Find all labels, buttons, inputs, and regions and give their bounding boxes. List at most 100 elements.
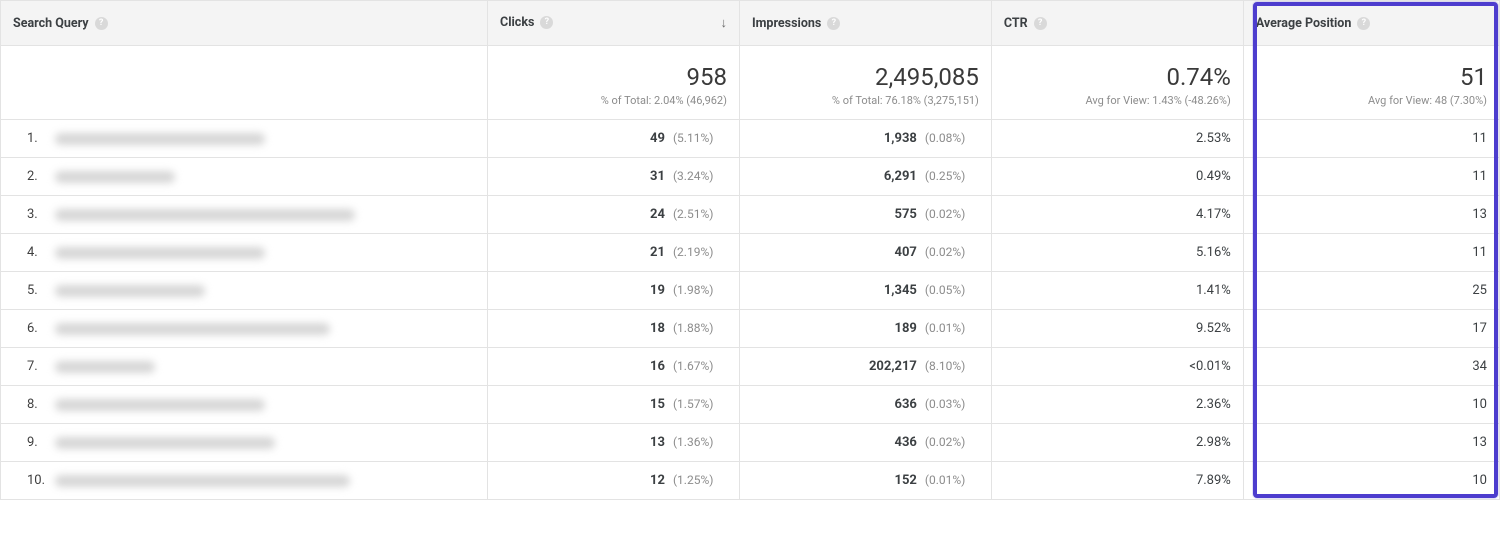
cell-impressions: 575 (0.02%) (739, 196, 991, 234)
col-header-average-position[interactable]: Average Position ? (1243, 1, 1499, 46)
cell-impressions: 202,217(8.10%) (739, 348, 991, 386)
cell-value: 18 (650, 321, 665, 336)
table-row[interactable]: 1.49(5.11%)1,938(0.08%)2.53%11 (1, 120, 1500, 158)
cell-impressions: 1,345(0.05%) (739, 272, 991, 310)
cell-ctr: 0.49% (991, 158, 1243, 196)
table-row[interactable]: 10.12(1.25%)152(0.01%)7.89%10 (1, 462, 1500, 500)
cell-clicks: 15(1.57%) (488, 386, 740, 424)
cell-clicks: 31(3.24%) (488, 158, 740, 196)
row-index: 7. (27, 359, 45, 374)
row-index: 9. (27, 435, 45, 450)
cell-value: 407 (895, 245, 917, 260)
cell-clicks: 16(1.67%) (488, 348, 740, 386)
cell-value: 13 (650, 435, 665, 450)
cell-value: 2.98% (1196, 435, 1231, 450)
cell-value: 2.36% (1196, 397, 1231, 412)
cell-value: 575 (895, 207, 917, 222)
row-index: 4. (27, 245, 45, 260)
cell-percent: (0.02%) (925, 245, 979, 259)
cell-impressions: 189(0.01%) (739, 310, 991, 348)
row-index: 10. (27, 473, 45, 488)
cell-ctr: 1.41% (991, 272, 1243, 310)
cell-search-query: 5. (1, 272, 488, 310)
row-index: 1. (27, 131, 45, 146)
table-row[interactable]: 9.13(1.36%)436(0.02%)2.98%13 (1, 424, 1500, 462)
cell-value: 9.52% (1196, 321, 1231, 336)
cell-percent: (0.02%) (925, 207, 979, 221)
help-icon[interactable]: ? (1357, 17, 1370, 30)
table-row[interactable]: 2.31(3.24%)6,291(0.25%)0.49%11 (1, 158, 1500, 196)
col-header-clicks[interactable]: Clicks ? ↓ (488, 1, 740, 46)
cell-percent: (1.25%) (673, 473, 727, 487)
redacted-query-text (55, 399, 265, 411)
summary-average-position: 51 Avg for View: 48 (7.30%) (1243, 46, 1499, 120)
cell-value: 189 (895, 321, 917, 336)
table-row[interactable]: 6.18(1.88%)189(0.01%)9.52%17 (1, 310, 1500, 348)
cell-ctr: 5.16% (991, 234, 1243, 272)
cell-value: <0.01% (1189, 359, 1230, 374)
table-row[interactable]: 8.15(1.57%)636(0.03%)2.36%10 (1, 386, 1500, 424)
redacted-query-text (55, 475, 350, 487)
cell-value: 10 (1472, 397, 1487, 412)
cell-value: 6,291 (884, 169, 917, 184)
cell-average-position: 11 (1243, 120, 1499, 158)
col-label: Impressions (752, 16, 821, 31)
col-header-search-query[interactable]: Search Query ? (1, 1, 488, 46)
help-icon[interactable]: ? (540, 16, 553, 29)
cell-average-position: 13 (1243, 196, 1499, 234)
help-icon[interactable]: ? (1034, 17, 1047, 30)
summary-row: 958 % of Total: 2.04% (46,962) 2,495,085… (1, 46, 1500, 120)
summary-subtext: Avg for View: 1.43% (-48.26%) (1004, 94, 1231, 107)
cell-value: 7.89% (1196, 473, 1231, 488)
col-header-impressions[interactable]: Impressions ? (739, 1, 991, 46)
cell-search-query: 10. (1, 462, 488, 500)
cell-ctr: 2.36% (991, 386, 1243, 424)
redacted-query-text (55, 323, 330, 335)
cell-average-position: 11 (1243, 234, 1499, 272)
cell-ctr: 4.17% (991, 196, 1243, 234)
sort-desc-icon: ↓ (720, 15, 727, 31)
help-icon[interactable]: ? (95, 17, 108, 30)
summary-subtext: % of Total: 2.04% (46,962) (500, 94, 727, 107)
cell-value: 10 (1472, 473, 1487, 488)
cell-percent: (0.08%) (925, 131, 979, 145)
col-label: CTR (1004, 16, 1028, 31)
summary-subtext: % of Total: 76.18% (3,275,151) (752, 94, 979, 107)
cell-value: 13 (1472, 435, 1487, 450)
redacted-query-text (55, 209, 355, 221)
search-queries-table: Search Query ? Clicks ? ↓ Impressions ? (0, 0, 1500, 500)
table-row[interactable]: 7. 16(1.67%)202,217(8.10%) <0.01% 34 (1, 348, 1500, 386)
col-header-ctr[interactable]: CTR ? (991, 1, 1243, 46)
cell-value: 34 (1472, 359, 1487, 374)
cell-average-position: 17 (1243, 310, 1499, 348)
cell-value: 24 (650, 207, 665, 222)
cell-value: 152 (895, 473, 917, 488)
cell-value: 0.49% (1196, 169, 1231, 184)
table-row[interactable]: 4. 21(2.19%) 407 (0.02%) 5.16%11 (1, 234, 1500, 272)
cell-value: 16 (650, 359, 665, 374)
cell-value: 436 (895, 435, 917, 450)
cell-clicks: 18(1.88%) (488, 310, 740, 348)
cell-clicks: 12(1.25%) (488, 462, 740, 500)
cell-impressions: 1,938 (0.08%) (739, 120, 991, 158)
cell-impressions: 6,291(0.25%) (739, 158, 991, 196)
table-row[interactable]: 5.19(1.98%)1,345(0.05%)1.41%25 (1, 272, 1500, 310)
cell-clicks: 21(2.19%) (488, 234, 740, 272)
col-label: Average Position (1256, 16, 1352, 31)
cell-value: 4.17% (1196, 207, 1231, 222)
summary-impressions: 2,495,085 % of Total: 76.18% (3,275,151) (739, 46, 991, 120)
help-icon[interactable]: ? (827, 17, 840, 30)
cell-search-query: 2. (1, 158, 488, 196)
cell-impressions: 636(0.03%) (739, 386, 991, 424)
cell-ctr: 2.98% (991, 424, 1243, 462)
cell-value: 1,938 (884, 131, 917, 146)
cell-percent: (0.02%) (925, 435, 979, 449)
col-label: Search Query (13, 16, 89, 31)
table-row[interactable]: 3.24(2.51%)575(0.02%)4.17%13 (1, 196, 1500, 234)
cell-ctr: 2.53% (991, 120, 1243, 158)
summary-clicks: 958 % of Total: 2.04% (46,962) (488, 46, 740, 120)
cell-average-position: 10 (1243, 462, 1499, 500)
cell-value: 49 (650, 131, 665, 146)
cell-value: 202,217 (869, 359, 917, 374)
cell-value: 31 (650, 169, 665, 184)
